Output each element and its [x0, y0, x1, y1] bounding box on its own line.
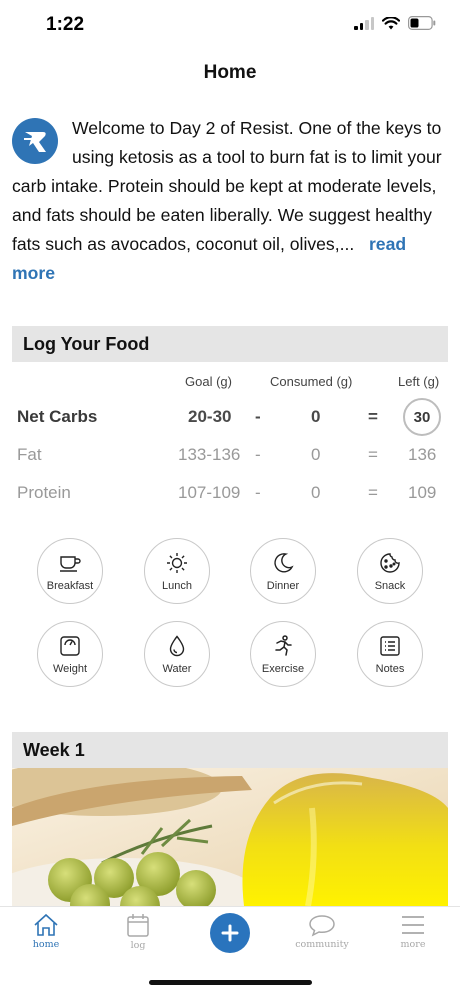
- add-entry-button[interactable]: [210, 913, 250, 953]
- app-logo-icon: [12, 118, 58, 164]
- left-column-header: Left (g): [398, 374, 440, 389]
- water-button[interactable]: Water: [144, 621, 210, 687]
- log-food-header: Log Your Food: [12, 326, 448, 362]
- battery-icon: [408, 16, 436, 30]
- minus-sign: -: [255, 407, 261, 426]
- snack-label: Snack: [374, 579, 406, 592]
- notes-button[interactable]: Notes: [357, 621, 423, 687]
- tab-community-label: community: [295, 939, 349, 950]
- lunch-button[interactable]: Lunch: [144, 538, 210, 604]
- left-value: 109: [408, 483, 437, 502]
- macro-name: Protein: [17, 483, 71, 502]
- cellular-signal-icon: [354, 16, 374, 30]
- equals-sign: =: [368, 445, 378, 464]
- tab-community[interactable]: community: [287, 913, 357, 950]
- lunch-label: Lunch: [162, 579, 192, 592]
- week-image[interactable]: [12, 768, 448, 906]
- tab-log-label: log: [130, 940, 146, 951]
- home-icon: [34, 913, 58, 936]
- notes-label: Notes: [375, 662, 405, 675]
- left-value: 30: [413, 408, 431, 426]
- status-time: 1:22: [46, 14, 85, 35]
- tab-more[interactable]: more: [378, 913, 448, 950]
- table-row: Protein 107-109 - 0 = 109: [12, 478, 448, 508]
- breakfast-label: Breakfast: [46, 579, 94, 592]
- cookie-icon: [380, 552, 400, 573]
- equals-sign: =: [368, 407, 378, 426]
- equals-sign: =: [368, 483, 378, 502]
- olives-oil-image: [12, 768, 448, 906]
- goal-value: 107-109: [178, 483, 241, 502]
- welcome-message: Welcome to Day 2 of Resist. One of the k…: [12, 114, 450, 288]
- minus-sign: -: [255, 445, 261, 464]
- tab-log[interactable]: log: [103, 913, 173, 951]
- dinner-button[interactable]: Dinner: [250, 538, 316, 604]
- snack-button[interactable]: Snack: [357, 538, 423, 604]
- running-icon: [275, 634, 292, 656]
- left-value: 136: [408, 445, 437, 464]
- consumed-column-header: Consumed (g): [270, 374, 353, 389]
- notes-list-icon: [380, 635, 400, 656]
- goal-column-header: Goal (g): [185, 374, 232, 389]
- consumed-value: 0: [311, 483, 321, 502]
- macro-name: Fat: [17, 445, 42, 464]
- tab-more-label: more: [400, 939, 426, 950]
- coffee-cup-icon: [60, 555, 81, 572]
- table-row: Net Carbs 20-30 - 0 = 30: [12, 398, 448, 436]
- exercise-button[interactable]: Exercise: [250, 621, 316, 687]
- moon-icon: [274, 552, 294, 572]
- wifi-icon: [382, 16, 400, 29]
- breakfast-button[interactable]: Breakfast: [37, 538, 103, 604]
- table-row: Fat 133-136 - 0 = 136: [12, 440, 448, 470]
- home-indicator: [149, 980, 312, 985]
- macro-name: Net Carbs: [17, 407, 98, 426]
- goal-value: 133-136: [178, 445, 241, 464]
- dinner-label: Dinner: [266, 579, 300, 592]
- weight-label: Weight: [52, 662, 88, 675]
- week-header: Week 1: [12, 732, 448, 768]
- status-icons: [354, 16, 436, 30]
- weight-button[interactable]: Weight: [37, 621, 103, 687]
- minus-sign: -: [255, 483, 261, 502]
- exercise-label: Exercise: [261, 662, 305, 675]
- water-label: Water: [162, 662, 192, 675]
- page-title: Home: [203, 62, 257, 83]
- calendar-icon: [127, 914, 149, 937]
- status-bar: 1:22: [0, 0, 460, 52]
- sun-icon: [167, 552, 187, 573]
- consumed-value: 0: [311, 407, 321, 426]
- tab-home[interactable]: home: [11, 913, 81, 950]
- goal-value: 20-30: [188, 407, 232, 426]
- scale-icon: [60, 635, 80, 656]
- left-value-circle: 30: [403, 398, 441, 436]
- chat-bubble-icon: [309, 915, 335, 937]
- water-drop-icon: [169, 634, 185, 656]
- menu-icon: [402, 916, 424, 934]
- plus-icon: [221, 924, 239, 942]
- tab-home-label: home: [32, 939, 60, 950]
- consumed-value: 0: [311, 445, 321, 464]
